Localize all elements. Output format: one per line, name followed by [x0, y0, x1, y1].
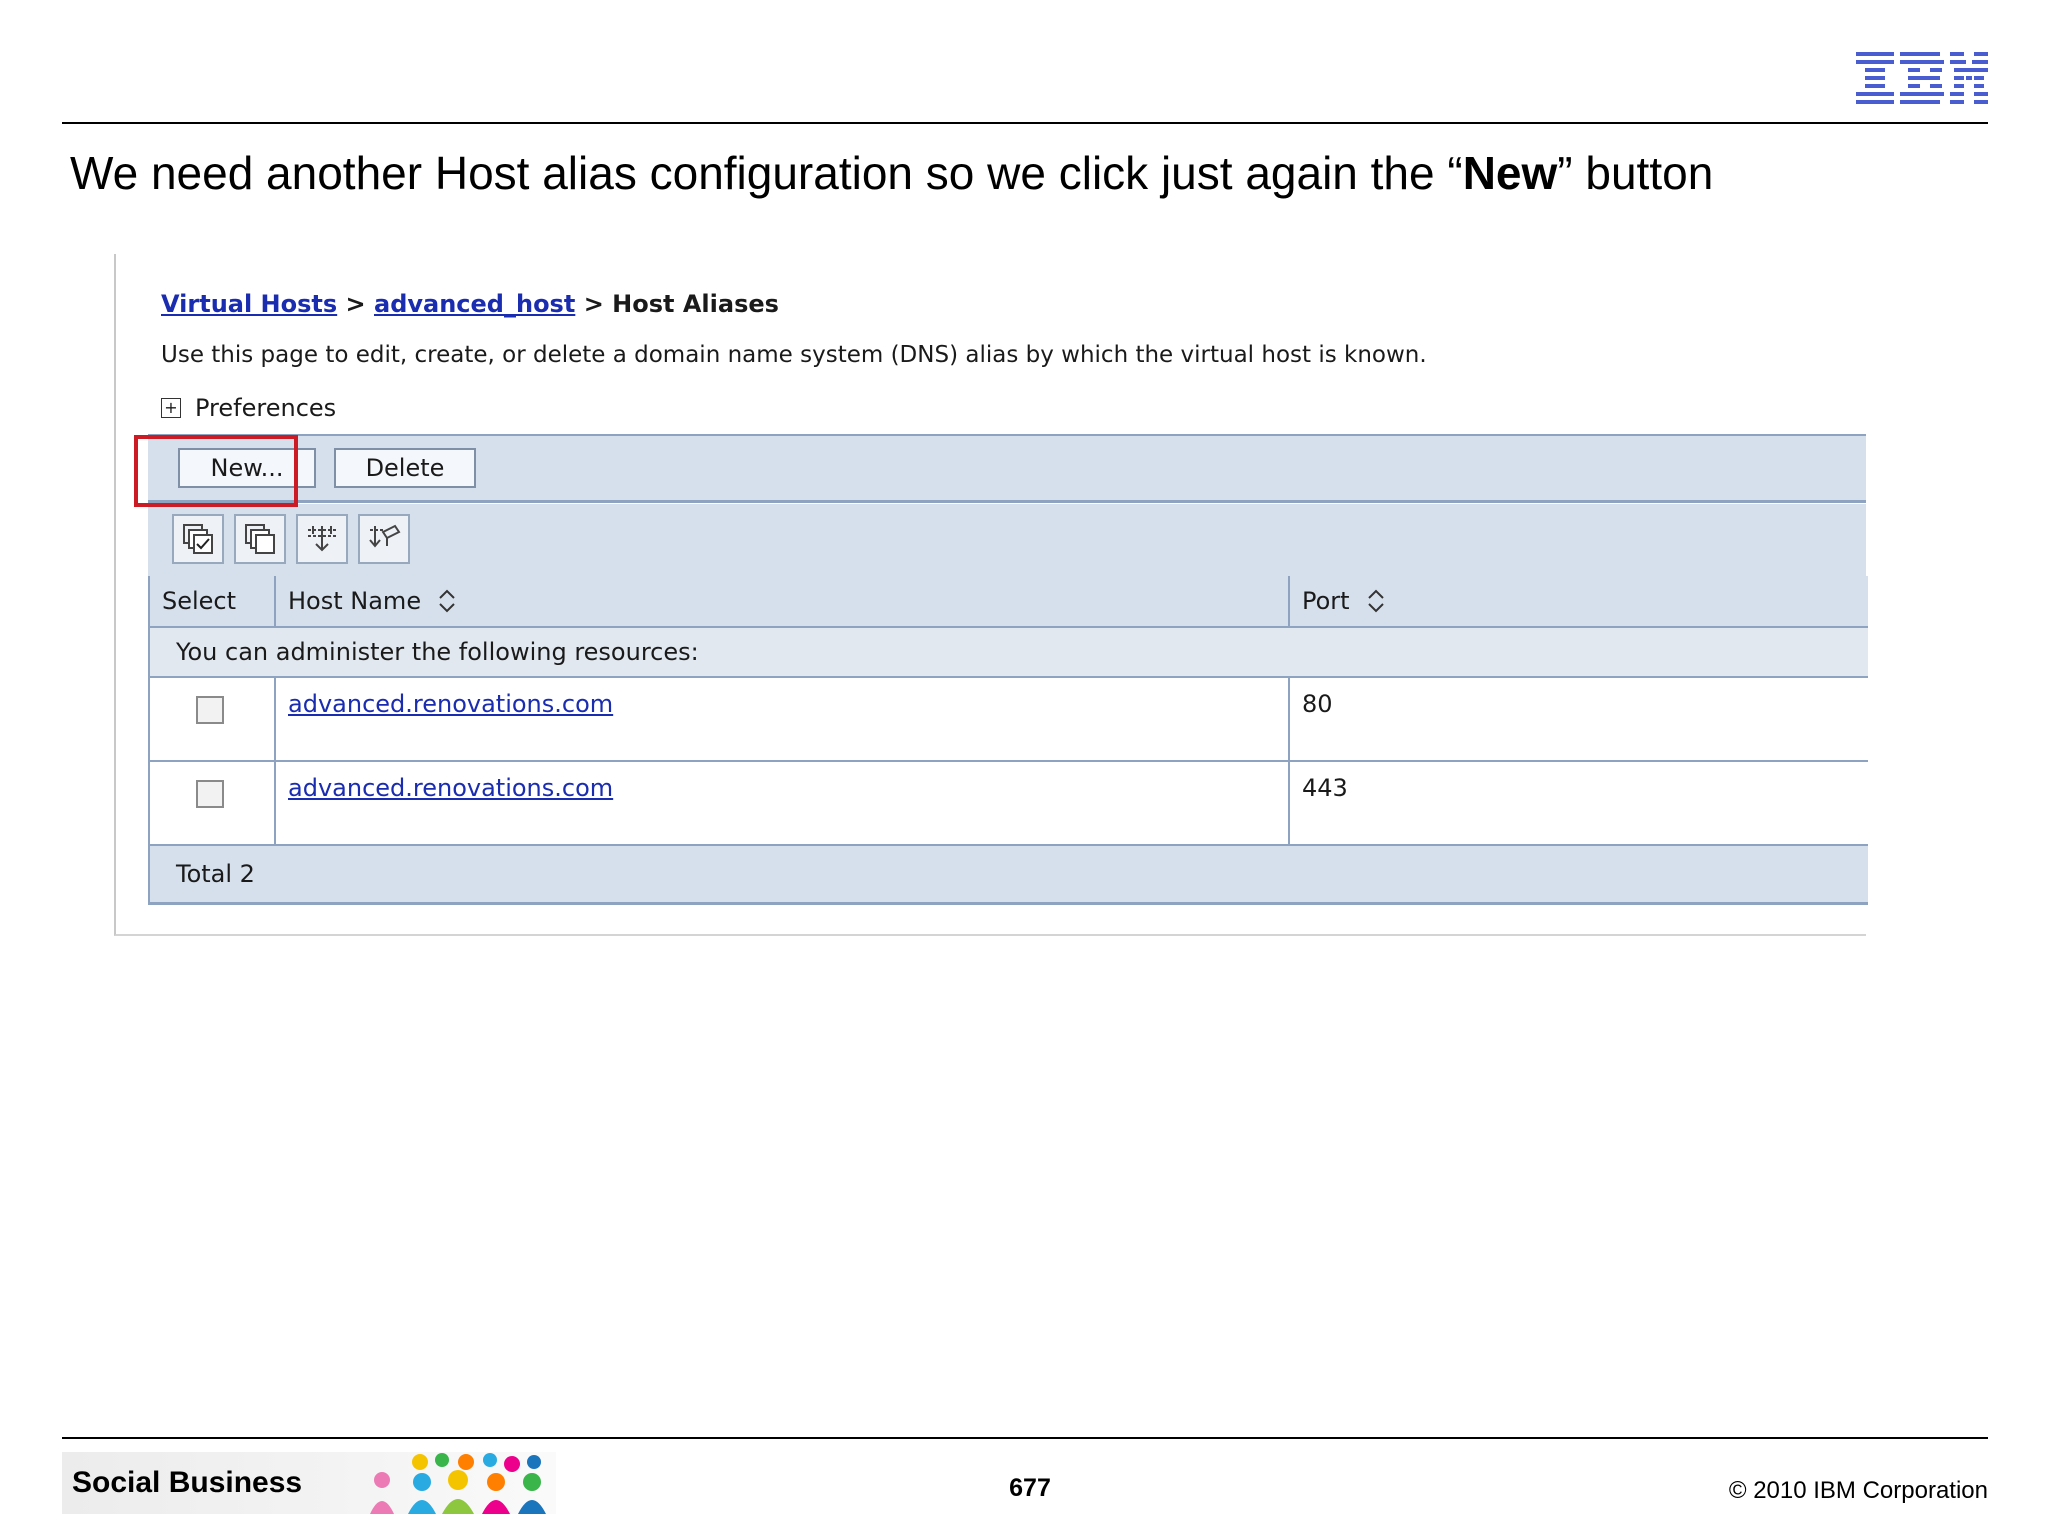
- select-cell: [150, 678, 276, 760]
- preferences-label[interactable]: Preferences: [195, 394, 336, 422]
- clear-filter-button[interactable]: [358, 514, 410, 564]
- column-header-port[interactable]: Port: [1290, 576, 1868, 626]
- select-all-icon: [183, 524, 213, 554]
- host-name-cell: advanced.renovations.com: [276, 762, 1290, 844]
- social-business-banner: Social Business: [62, 1452, 556, 1514]
- icon-toolbar: [148, 504, 1866, 578]
- delete-button[interactable]: Delete: [334, 448, 476, 488]
- slide-title: We need another Host alias configuration…: [70, 145, 1713, 201]
- column-header-select: Select: [150, 576, 276, 626]
- slide-title-suffix: ” button: [1557, 147, 1714, 199]
- breadcrumb-separator: >: [345, 290, 366, 318]
- row-checkbox[interactable]: [196, 696, 224, 724]
- clear-filter-icon: [369, 524, 401, 548]
- expand-icon[interactable]: +: [161, 398, 181, 418]
- people-illustration-icon: [370, 1453, 546, 1514]
- new-button-highlight: [134, 435, 298, 507]
- footer-rule: [62, 1437, 1988, 1439]
- row-checkbox[interactable]: [196, 780, 224, 808]
- deselect-all-button[interactable]: [234, 514, 286, 564]
- table-row: advanced.renovations.com 80: [150, 678, 1868, 762]
- host-name-link[interactable]: advanced.renovations.com: [288, 690, 613, 718]
- breadcrumb-separator: >: [583, 290, 604, 318]
- banner-text: Social Business: [72, 1466, 303, 1499]
- console-screenshot: Virtual Hosts > advanced_host > Host Ali…: [114, 254, 1868, 936]
- select-all-button[interactable]: [172, 514, 224, 564]
- select-cell: [150, 762, 276, 844]
- page-description: Use this page to edit, create, or delete…: [161, 342, 1427, 368]
- copyright: © 2010 IBM Corporation: [1728, 1477, 1988, 1504]
- show-filter-button[interactable]: [296, 514, 348, 564]
- preferences-toggle[interactable]: + Preferences: [161, 394, 336, 422]
- deselect-all-icon: [245, 524, 275, 554]
- breadcrumb-virtual-hosts-link[interactable]: Virtual Hosts: [161, 290, 337, 318]
- resource-note: You can administer the following resourc…: [150, 628, 1868, 678]
- column-header-host-name[interactable]: Host Name: [276, 576, 1290, 626]
- ibm-logo: [1856, 52, 1988, 104]
- host-name-header-label[interactable]: Host Name: [288, 587, 421, 615]
- breadcrumb-current: Host Aliases: [612, 290, 779, 318]
- host-name-cell: advanced.renovations.com: [276, 678, 1290, 760]
- slide-title-prefix: We need another Host alias configuration…: [70, 147, 1463, 199]
- page-number: 677: [1009, 1474, 1051, 1502]
- show-filter-icon: [308, 526, 336, 552]
- breadcrumb-advanced-host-link[interactable]: advanced_host: [374, 290, 575, 318]
- sort-icon[interactable]: [1366, 587, 1386, 615]
- port-cell: 443: [1302, 774, 1348, 802]
- sort-icon[interactable]: [437, 587, 457, 615]
- table-row: advanced.renovations.com 443: [150, 762, 1868, 846]
- table-header: Select Host Name Port: [150, 576, 1868, 628]
- table-total: Total 2: [150, 846, 1868, 905]
- header-rule: [62, 122, 1988, 124]
- breadcrumb: Virtual Hosts > advanced_host > Host Ali…: [161, 290, 779, 318]
- port-header-label[interactable]: Port: [1302, 587, 1350, 615]
- host-aliases-table: Select Host Name Port You can administer…: [148, 576, 1868, 905]
- slide-title-bold: New: [1462, 147, 1558, 199]
- button-toolbar: New... Delete: [148, 434, 1866, 503]
- port-cell: 80: [1302, 690, 1333, 718]
- host-name-link[interactable]: advanced.renovations.com: [288, 774, 613, 802]
